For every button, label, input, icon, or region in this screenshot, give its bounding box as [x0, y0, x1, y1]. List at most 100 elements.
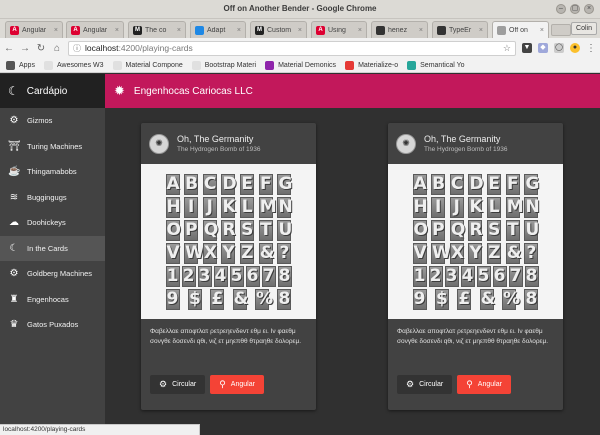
- sidebar-item[interactable]: ♜ Engenhocas: [0, 287, 105, 313]
- bookmark-icon: [6, 60, 15, 70]
- back-icon[interactable]: ←: [4, 43, 14, 54]
- sidebar-item[interactable]: ♛ Gatos Puxados: [0, 312, 105, 338]
- tab-close-icon[interactable]: ×: [298, 27, 302, 34]
- reload-icon[interactable]: ↻: [36, 43, 46, 54]
- bookmark-item[interactable]: Semantical Yo: [407, 60, 465, 70]
- tab-close-icon[interactable]: ×: [177, 27, 181, 34]
- type-row: V W X Y Z &?: [412, 242, 539, 264]
- main-content: ✺ Oh, The Germanity The Hydrogen Bomb of 1…: [105, 108, 600, 427]
- bookmark-item[interactable]: Apps: [6, 60, 35, 70]
- new-tab-button[interactable]: [551, 24, 571, 36]
- type-glyph: 5: [476, 265, 491, 287]
- sidebar-item-label: Engenhocas: [27, 294, 69, 304]
- bicycle-icon: ⚲: [219, 379, 226, 389]
- profile-button[interactable]: Colin: [571, 22, 597, 35]
- circular-button[interactable]: ⚙ Circular: [397, 375, 453, 394]
- maximize-icon[interactable]: ▢: [570, 4, 580, 14]
- bookmark-item[interactable]: Material Compone: [112, 60, 183, 70]
- type-glyph: Y: [468, 242, 483, 264]
- circular-button[interactable]: ⚙ Circular: [150, 375, 206, 394]
- type-glyph: A: [412, 173, 427, 195]
- angular-button[interactable]: ⚲ Angular: [210, 375, 264, 394]
- type-glyph: X: [202, 242, 217, 264]
- sidebar-item[interactable]: ☁ Doohickeys: [0, 210, 105, 236]
- bookmark-icon: [407, 60, 417, 70]
- sidebar: ☾ Cardápio ⚙ Gizmos ⛩ Turing Machines ☕ Thing…: [0, 74, 105, 427]
- type-row: OPQRSTU: [165, 219, 292, 241]
- bookmark-label: Semantical Yo: [420, 61, 465, 69]
- extension-icon[interactable]: ◆: [538, 43, 548, 53]
- type-glyph: E: [487, 173, 502, 195]
- type-glyph: N: [524, 196, 540, 218]
- type-glyph: 9: [165, 288, 180, 310]
- sidebar-item[interactable]: ☕ Thingamabobs: [0, 159, 105, 185]
- tab-favicon-icon: M: [255, 25, 264, 35]
- bookmark-icon: [345, 60, 355, 70]
- bookmark-item[interactable]: Bootstrap Materi: [191, 60, 256, 70]
- bookmark-star-icon[interactable]: ☆: [503, 43, 511, 54]
- tab-favicon-icon: A: [316, 25, 325, 35]
- extension-icon[interactable]: ◯: [554, 43, 564, 53]
- type-glyph: K: [221, 196, 236, 218]
- close-icon[interactable]: ×: [584, 4, 594, 14]
- menu-icon[interactable]: ⋮: [586, 43, 596, 54]
- browser-tab[interactable]: M Custom ×: [250, 21, 307, 38]
- tab-favicon-icon: [497, 25, 506, 35]
- type-glyph: 3: [197, 265, 212, 287]
- url-path: :4200/playing-cards: [118, 43, 193, 53]
- forward-icon[interactable]: →: [20, 43, 30, 54]
- gear-icon: ⚙: [159, 379, 168, 389]
- address-toolbar: ← → ↻ ⌂ ⓘ localhost:4200/playing-cards ☆…: [0, 38, 600, 58]
- tab-close-icon[interactable]: ×: [479, 27, 483, 34]
- tab-close-icon[interactable]: ×: [540, 27, 544, 34]
- tab-label: Adapt: [207, 26, 226, 34]
- minimize-icon[interactable]: –: [556, 4, 566, 14]
- tab-label: Angular: [83, 26, 108, 34]
- sidebar-item[interactable]: ⚙ Gizmos: [0, 108, 105, 134]
- browser-tab[interactable]: A Angular ×: [5, 21, 63, 38]
- brand-title: Cardápio: [26, 85, 68, 97]
- type-glyph: Z: [487, 242, 502, 264]
- home-icon[interactable]: ⌂: [52, 43, 62, 54]
- sidebar-item-label: Turing Machines: [27, 141, 83, 151]
- type-glyph: 8: [277, 288, 292, 310]
- extension-icon[interactable]: ●: [570, 43, 580, 53]
- sidebar-item[interactable]: ☾ In the Cards: [0, 235, 105, 261]
- tab-close-icon[interactable]: ×: [237, 27, 241, 34]
- info-icon[interactable]: ⓘ: [73, 43, 81, 54]
- type-glyph: Q: [449, 219, 466, 241]
- type-glyph: K: [468, 196, 483, 218]
- tab-close-icon[interactable]: ×: [358, 27, 362, 34]
- sidebar-brand[interactable]: ☾ Cardápio: [0, 74, 105, 108]
- type-glyph: T: [505, 219, 520, 241]
- browser-tab[interactable]: Off on ×: [492, 21, 549, 38]
- extension-icon[interactable]: ▼: [522, 43, 532, 53]
- bookmark-item[interactable]: Awesomes W3: [43, 60, 104, 70]
- type-glyph: H: [165, 196, 181, 218]
- card-image: A B C D E F G H I J K L M N O P Q R S T U V W X Y Z &? 1 2 3 4 5 6 7 8 9 $ £ &…: [388, 164, 563, 319]
- type-glyph: B: [184, 173, 199, 195]
- type-glyph: C: [449, 173, 464, 195]
- browser-tab[interactable]: A Angular ×: [66, 21, 124, 38]
- bookmark-item[interactable]: Material Demonics: [265, 60, 336, 70]
- circular-button-label: Circular: [172, 381, 197, 388]
- angular-button[interactable]: ⚲ Angular: [457, 375, 511, 394]
- tab-close-icon[interactable]: ×: [419, 27, 423, 34]
- sidebar-item[interactable]: ⚙ Goldberg Machines: [0, 261, 105, 287]
- tab-close-icon[interactable]: ×: [115, 27, 119, 34]
- browser-tab[interactable]: henez ×: [371, 21, 428, 38]
- sidebar-item[interactable]: ⛩ Turing Machines: [0, 134, 105, 160]
- bookmark-item[interactable]: Materialize-o: [345, 60, 398, 70]
- metal-type-image: A B C D E F G H I J K L M N O P Q R S T U V W X Y Z &? 1 2 3 4 5 6 7 8 9 $ £ &…: [165, 173, 293, 310]
- browser-tab[interactable]: Adapt ×: [190, 21, 246, 38]
- sidebar-item[interactable]: ≋ Buggingugs: [0, 185, 105, 211]
- browser-tab[interactable]: TypeEr ×: [432, 21, 488, 38]
- type-row: 12345678: [412, 265, 539, 287]
- type-glyph: ?: [277, 242, 292, 264]
- url-bar[interactable]: ⓘ localhost:4200/playing-cards ☆: [68, 40, 516, 56]
- browser-tab[interactable]: A Using ×: [311, 21, 367, 38]
- tab-close-icon[interactable]: ×: [54, 27, 58, 34]
- type-row: V W X Y Z &?: [165, 242, 292, 264]
- sun-icon: ✹: [114, 83, 125, 98]
- browser-tab[interactable]: M The co ×: [128, 21, 186, 38]
